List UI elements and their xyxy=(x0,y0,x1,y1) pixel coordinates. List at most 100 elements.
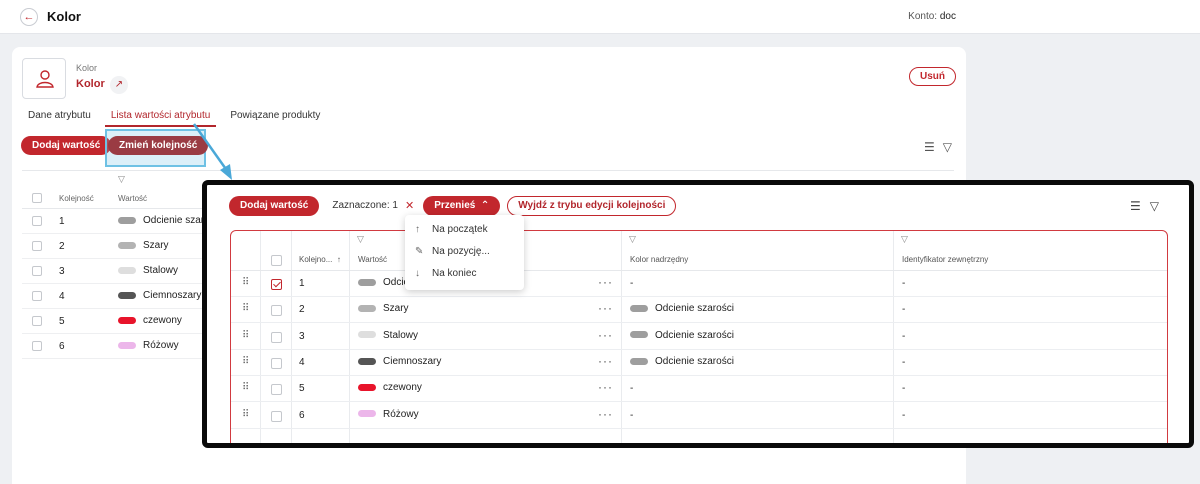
clear-selection-icon[interactable]: ✕ xyxy=(405,199,414,212)
filter-icon[interactable]: ▽ xyxy=(943,140,952,154)
column-order[interactable]: Kolejno... ↑ xyxy=(299,255,341,264)
row-checkbox[interactable] xyxy=(32,216,42,226)
menu-item-to-start[interactable]: ↑ Na początek xyxy=(415,224,488,235)
row-parent-color: - xyxy=(630,409,634,421)
attribute-subtitle: Kolor xyxy=(76,63,98,73)
color-swatch xyxy=(118,216,136,224)
table-tools: ☰ ▽ xyxy=(1130,199,1159,213)
table-row[interactable]: ⠿ 4 Ciemnoszary ··· Odcienie szarości - xyxy=(231,350,1167,376)
callout-arrow xyxy=(192,123,232,180)
row-value: Szary xyxy=(118,240,169,251)
account-info: Konto: doc xyxy=(908,11,956,22)
move-button[interactable]: Przenieś ⌃ xyxy=(423,195,501,216)
table-header: ▽ ▽ ▽ Kolejno... ↑ Wartość Kolor nadrzęd… xyxy=(231,231,1167,271)
arrow-down-icon: ↓ xyxy=(415,268,420,279)
filter-icon[interactable]: ▽ xyxy=(629,234,636,245)
table-row[interactable]: ⠿ 5 czewony ··· - - xyxy=(231,376,1167,403)
row-parent-label: Odcienie szarości xyxy=(655,355,734,367)
row-checkbox[interactable] xyxy=(271,357,282,369)
row-checkbox[interactable] xyxy=(32,291,42,301)
back-arrow-icon[interactable]: ← xyxy=(20,8,38,26)
row-checkbox[interactable] xyxy=(271,331,282,343)
row-value-label: Stalowy xyxy=(143,265,179,276)
drag-handle-icon[interactable]: ⠿ xyxy=(242,303,249,314)
column-order-label: Kolejno... xyxy=(299,255,333,264)
more-options-icon[interactable]: ··· xyxy=(598,407,613,421)
drag-handle-icon[interactable]: ⠿ xyxy=(242,330,249,341)
drag-handle-icon[interactable]: ⠿ xyxy=(242,382,249,393)
menu-item-label: Na pozycję... xyxy=(432,246,490,257)
add-value-button[interactable]: Dodaj wartość xyxy=(229,195,320,216)
move-menu: ↑ Na początek ✎ Na pozycję... ↓ Na koniec xyxy=(405,215,524,290)
column-value: Wartość xyxy=(358,255,388,264)
color-swatch xyxy=(358,278,376,286)
row-parent-label: Odcienie szarości xyxy=(655,329,734,341)
row-checkbox[interactable] xyxy=(32,316,42,326)
color-swatch xyxy=(118,316,136,324)
attribute-avatar xyxy=(22,58,66,99)
table-row[interactable]: ⠿ 1 Odcie ··· - - xyxy=(231,271,1167,297)
order-edit-toolbar: Dodaj wartość Zaznaczone: 1 ✕ Przenieś ⌃… xyxy=(229,195,677,216)
user-icon xyxy=(36,70,54,88)
color-swatch xyxy=(358,357,376,365)
select-all-checkbox[interactable] xyxy=(271,255,282,266)
color-swatch xyxy=(358,305,376,313)
table-row[interactable]: ⠿ 2 Szary ··· Odcienie szarości - xyxy=(231,297,1167,324)
more-options-icon[interactable]: ··· xyxy=(598,354,613,368)
row-order: 3 xyxy=(299,330,305,342)
row-order: 5 xyxy=(299,383,305,395)
menu-item-label: Na początek xyxy=(432,224,488,235)
row-parent-color: - xyxy=(630,278,634,289)
filter-icon[interactable]: ▽ xyxy=(118,174,125,185)
share-icon[interactable]: ↗ xyxy=(110,76,128,94)
row-checkbox[interactable] xyxy=(271,305,282,317)
menu-item-to-position[interactable]: ✎ Na pozycję... xyxy=(415,246,490,257)
drag-handle-icon[interactable]: ⠿ xyxy=(242,277,249,288)
filter-icon[interactable]: ▽ xyxy=(1150,199,1159,213)
row-checkbox[interactable] xyxy=(32,266,42,276)
row-checkbox[interactable] xyxy=(271,279,282,290)
color-swatch xyxy=(118,291,136,299)
tab-attribute-data[interactable]: Dane atrybutu xyxy=(28,110,91,127)
more-options-icon[interactable]: ··· xyxy=(598,301,613,315)
table-row[interactable]: ⠿ 6 Różowy ··· - - xyxy=(231,403,1167,429)
row-value-label: Ciemnoszary xyxy=(143,290,202,301)
row-checkbox[interactable] xyxy=(271,384,282,396)
drag-handle-icon[interactable]: ⠿ xyxy=(242,409,249,420)
delete-button[interactable]: Usuń xyxy=(909,67,956,86)
menu-item-to-end[interactable]: ↓ Na koniec xyxy=(415,268,476,279)
exit-order-mode-button[interactable]: Wyjdź z trybu edycji kolejności xyxy=(507,195,677,216)
page-title: Kolor xyxy=(47,9,81,24)
sliders-icon[interactable]: ☰ xyxy=(924,140,935,154)
row-external-id: - xyxy=(902,278,906,289)
column-order: Kolejność xyxy=(59,194,94,203)
more-options-icon[interactable]: ··· xyxy=(598,275,613,289)
row-value-label: czewony xyxy=(143,315,182,326)
row-parent-color: - xyxy=(630,383,634,395)
color-swatch xyxy=(118,341,136,349)
sliders-icon[interactable]: ☰ xyxy=(1130,199,1141,213)
select-all-checkbox[interactable] xyxy=(32,193,42,203)
pencil-icon: ✎ xyxy=(415,246,424,257)
drag-handle-icon[interactable]: ⠿ xyxy=(242,356,249,367)
more-options-icon[interactable]: ··· xyxy=(598,328,613,342)
row-value: Szary xyxy=(358,303,409,314)
tab-related-products[interactable]: Powiązane produkty xyxy=(230,110,320,127)
move-button-label: Przenieś xyxy=(434,199,476,211)
row-order: 4 xyxy=(59,291,65,302)
color-swatch xyxy=(118,241,136,249)
filter-icon[interactable]: ▽ xyxy=(901,234,908,245)
column-external-id: Identyfikator zewnętrzny xyxy=(902,255,989,264)
card-tools: ☰ ▽ xyxy=(924,140,952,154)
row-checkbox[interactable] xyxy=(32,341,42,351)
more-options-icon[interactable]: ··· xyxy=(598,380,613,394)
add-value-button[interactable]: Dodaj wartość xyxy=(21,136,112,155)
row-checkbox[interactable] xyxy=(32,241,42,251)
row-checkbox[interactable] xyxy=(271,410,282,422)
selected-count: Zaznaczone: 1 xyxy=(332,200,398,211)
filter-icon[interactable]: ▽ xyxy=(357,234,364,245)
row-value: czewony xyxy=(118,315,182,326)
table-row[interactable]: ⠿ 3 Stalowy ··· Odcienie szarości - xyxy=(231,324,1167,350)
top-bar: ← Kolor Konto: doc xyxy=(0,0,1200,34)
row-order: 2 xyxy=(299,304,305,316)
